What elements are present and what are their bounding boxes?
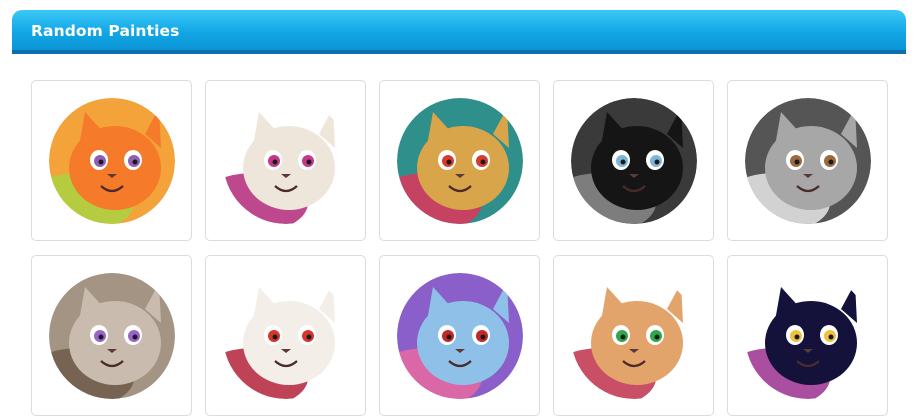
painty-card[interactable] — [205, 80, 366, 241]
black-cat-painty — [744, 272, 871, 399]
painty-card[interactable] — [553, 255, 714, 416]
gray-cat-painty — [744, 97, 871, 224]
painty-card[interactable] — [31, 255, 192, 416]
owl-painty — [48, 272, 175, 399]
painty-card[interactable] — [553, 80, 714, 241]
purple-beast-painty — [396, 272, 523, 399]
white-creature-painty — [222, 272, 349, 399]
dark-elf-painty — [570, 97, 697, 224]
painty-card[interactable] — [727, 255, 888, 416]
painty-card[interactable] — [31, 80, 192, 241]
panel-title: Random Painties — [31, 22, 180, 40]
painty-card[interactable] — [379, 80, 540, 241]
painty-grid — [31, 80, 888, 416]
flower-dino-painty — [396, 97, 523, 224]
painty-card[interactable] — [727, 80, 888, 241]
moth-painty — [570, 272, 697, 399]
panel-header: Random Painties — [12, 10, 906, 54]
painty-card[interactable] — [205, 255, 366, 416]
painty-card[interactable] — [379, 255, 540, 416]
orange-cat-painty — [48, 97, 175, 224]
cream-dragon-painty — [222, 97, 349, 224]
